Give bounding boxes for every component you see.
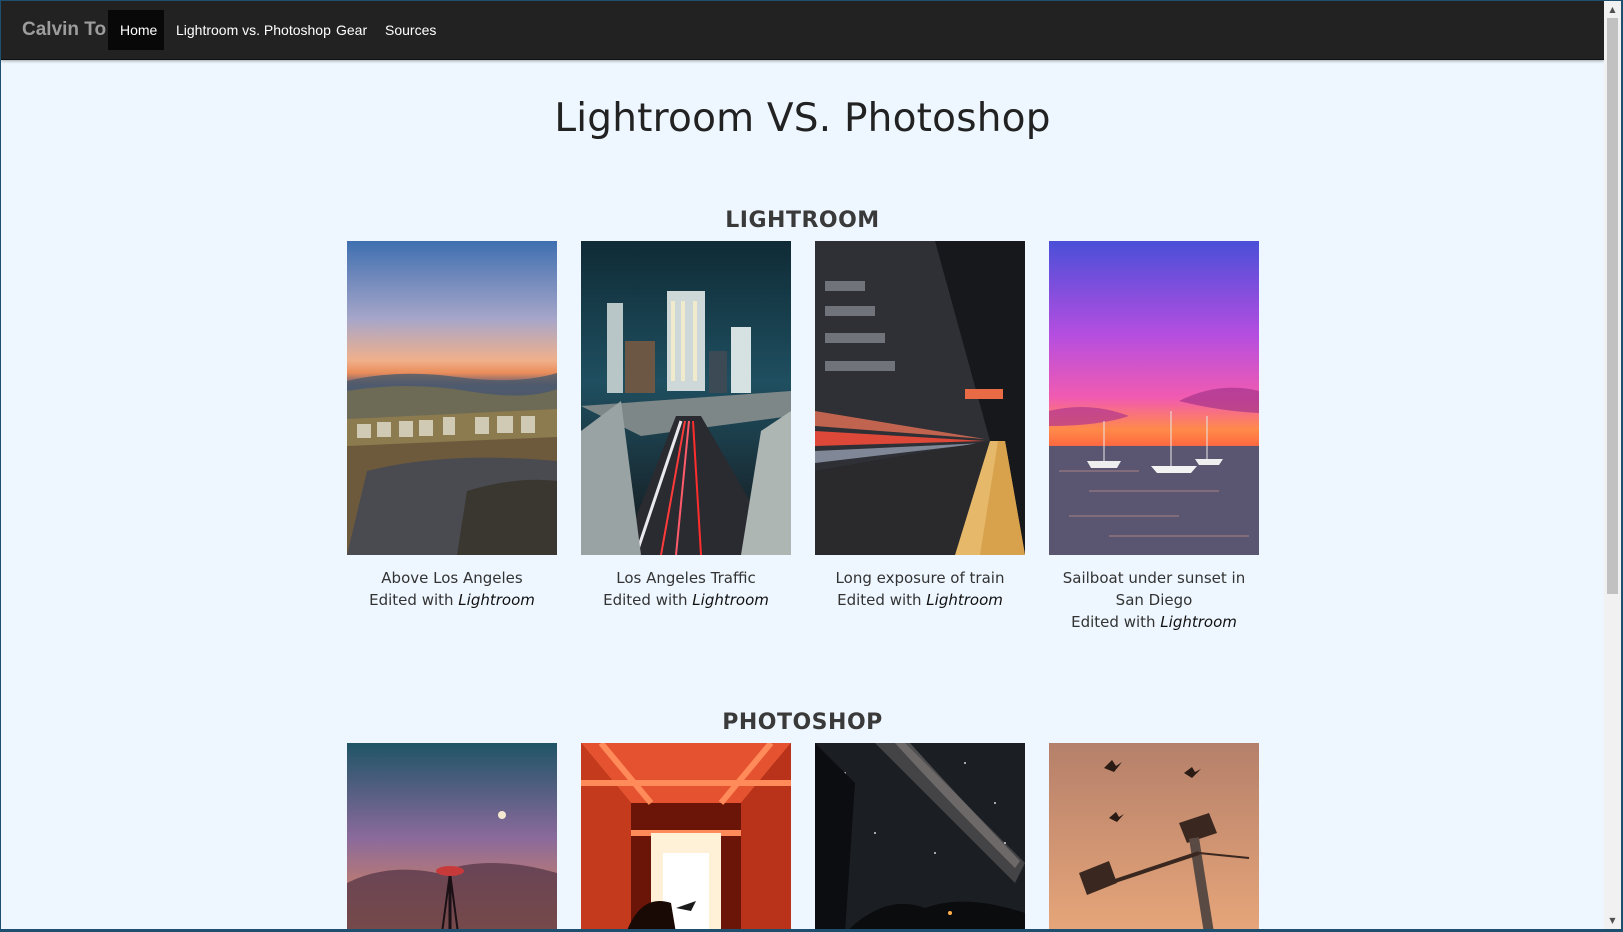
photo-card [815,743,1025,929]
photo-title: Long exposure of train [835,569,1005,587]
brand-logo[interactable]: Calvin To [22,19,106,41]
photo-card: Los Angeles Traffic Edited with Lightroo… [581,241,791,611]
photo-title: Above Los Angeles [381,569,523,587]
photo-photoshop-tunnel[interactable] [581,743,791,929]
photo-photoshop-street-lamp[interactable] [1049,743,1259,929]
photo-sailboat-sunset-san-diego[interactable] [1049,241,1259,555]
photo-card: Above Los Angeles Edited with Lightroom [347,241,557,611]
photo-los-angeles-traffic[interactable] [581,241,791,555]
edited-with-label: Edited with [837,591,922,609]
photo-card: Long exposure of train Edited with Light… [815,241,1025,611]
photo-above-los-angeles[interactable] [347,241,557,555]
page-viewport: Calvin To Home Lightroom vs. Photoshop G… [1,1,1604,929]
edited-with-label: Edited with [603,591,688,609]
photoshop-heading: PHOTOSHOP [722,710,883,735]
photo-photoshop-milky-way[interactable] [815,743,1025,929]
nav-sources[interactable]: Sources [373,10,448,50]
scroll-up-icon[interactable]: ▲ [1604,1,1621,18]
photo-photoshop-ferris[interactable] [347,743,557,929]
photo-title: Sailboat under sunset in San Diego [1062,569,1246,609]
lightroom-heading: LIGHTROOM [725,208,880,233]
photo-long-exposure-train[interactable] [815,241,1025,555]
tool-name: Lightroom [458,591,535,609]
nav-home[interactable]: Home [108,10,164,50]
tool-name: Lightroom [692,591,769,609]
scroll-down-icon[interactable]: ▼ [1604,912,1621,929]
top-navbar: Calvin To Home Lightroom vs. Photoshop G… [1,1,1604,60]
edited-with-label: Edited with [1071,613,1156,631]
photo-caption: Long exposure of train Edited with Light… [815,567,1025,611]
tool-name: Lightroom [1160,613,1237,631]
photo-card [347,743,557,929]
photo-card [581,743,791,929]
nav-gear[interactable]: Gear [324,10,379,50]
photo-caption: Above Los Angeles Edited with Lightroom [347,567,557,611]
tool-name: Lightroom [926,591,1003,609]
photo-title: Los Angeles Traffic [616,569,756,587]
photo-caption: Sailboat under sunset in San Diego Edite… [1049,567,1259,633]
photo-caption: Los Angeles Traffic Edited with Lightroo… [581,567,791,611]
vertical-scrollbar[interactable]: ▲ ▼ [1604,1,1621,929]
photo-card: Sailboat under sunset in San Diego Edite… [1049,241,1259,633]
nav-lightroom-vs-photoshop[interactable]: Lightroom vs. Photoshop [164,10,343,50]
edited-with-label: Edited with [369,591,454,609]
scroll-thumb[interactable] [1607,18,1618,594]
photo-card [1049,743,1259,929]
page-title: Lightroom VS. Photoshop [554,96,1051,141]
